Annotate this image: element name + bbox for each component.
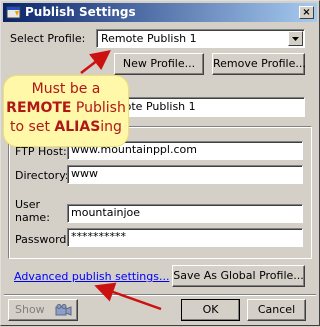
arrow-to-profile-select <box>80 49 111 74</box>
arrow-to-advanced-link <box>94 282 162 311</box>
publish-settings-window: Publish Settings × Select Profile: Remot… <box>0 0 320 326</box>
annotation-arrows <box>80 49 162 311</box>
